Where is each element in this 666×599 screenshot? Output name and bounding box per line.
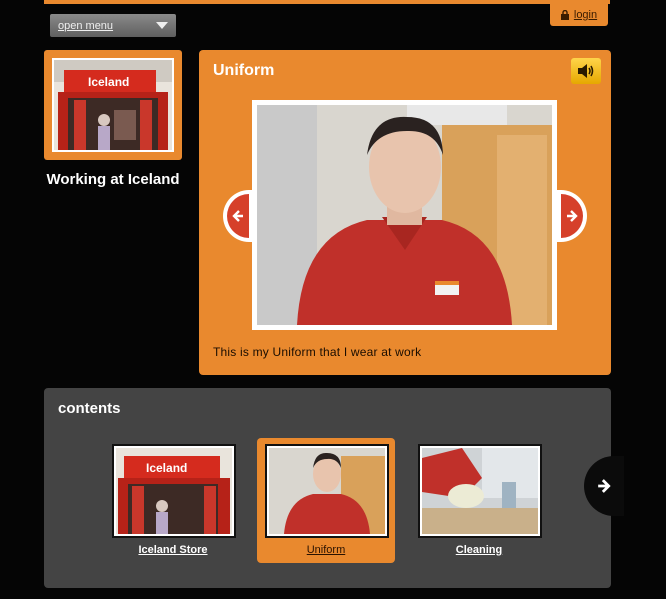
content-item-uniform[interactable]: Uniform <box>257 438 395 563</box>
iceland-store-thumbnail: Iceland <box>114 446 234 536</box>
photo-frame <box>252 100 557 330</box>
arrow-right-icon <box>567 210 578 222</box>
topic-title: Working at Iceland <box>46 171 180 188</box>
uniform-thumbnail <box>267 446 387 536</box>
content-item-label: Uniform <box>306 544 346 556</box>
sound-button[interactable] <box>571 58 601 84</box>
speaker-icon <box>578 64 594 78</box>
open-menu-button[interactable]: open menu <box>50 14 176 37</box>
photo-caption: This is my Uniform that I wear at work <box>213 345 422 359</box>
store-front-image: Iceland <box>52 58 174 152</box>
login-label: login <box>573 9 598 21</box>
contents-title: contents <box>58 400 121 417</box>
top-accent-bar <box>44 0 610 4</box>
viewer-title: Uniform <box>213 62 275 79</box>
lock-icon <box>560 10 569 20</box>
login-button[interactable]: login <box>550 4 608 26</box>
arrow-right-icon <box>598 479 611 493</box>
contents-panel: contents Iceland Iceland Store Uniform C… <box>44 388 624 588</box>
cleaning-thumbnail <box>420 446 540 536</box>
content-item-label: Cleaning <box>455 544 503 556</box>
next-slide-button[interactable] <box>557 190 587 242</box>
chevron-down-icon <box>156 22 168 29</box>
content-item-cleaning[interactable]: Cleaning <box>410 438 548 563</box>
iceland-store-sign-text: Iceland <box>146 461 187 475</box>
content-item-label: Iceland Store <box>138 544 208 556</box>
contents-next-button[interactable] <box>584 456 624 516</box>
content-item-iceland-store[interactable]: Iceland Iceland Store <box>104 438 242 563</box>
open-menu-label: open menu <box>58 19 114 32</box>
arrow-left-icon <box>232 210 243 222</box>
previous-button[interactable] <box>223 190 253 242</box>
topic-thumbnail[interactable]: Iceland <box>44 50 182 160</box>
store-sign-text: Iceland <box>88 75 129 89</box>
viewer-panel: Uniform This is my Uniform that I wear a… <box>199 50 611 375</box>
uniform-photo <box>257 105 552 325</box>
